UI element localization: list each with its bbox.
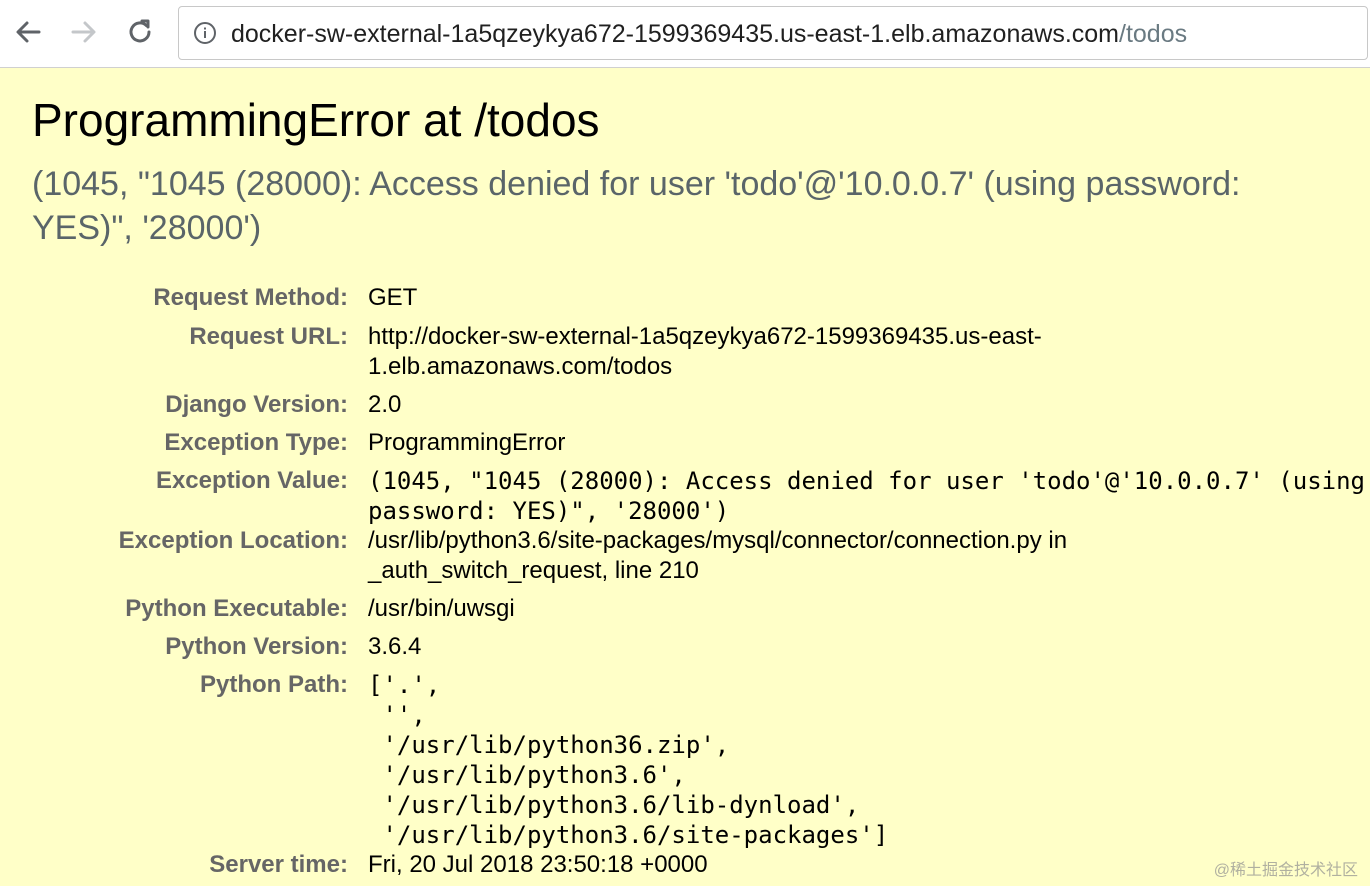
meta-value: ['.', '', '/usr/lib/python36.zip', '/usr…	[368, 670, 1365, 850]
meta-row-server-time: Server time: Fri, 20 Jul 2018 23:50:18 +…	[0, 850, 1365, 880]
page-title: ProgrammingError at /todos	[32, 94, 600, 146]
watermark: @稀土掘金技术社区	[1213, 862, 1358, 879]
python-path-line: '/usr/lib/python36.zip',	[368, 731, 730, 759]
request-url-line-2: 1.elb.amazonaws.com/todos	[368, 353, 673, 380]
meta-row-django-version: Django Version: 2.0	[0, 390, 1365, 428]
meta-value: 2.0	[368, 391, 402, 418]
meta-value: /usr/bin/uwsgi	[368, 595, 515, 622]
meta-label: Server time:	[209, 851, 348, 878]
forward-arrow-icon	[71, 21, 96, 43]
exception-value-line-1: (1045, "1045 (28000): Access denied for …	[368, 467, 1365, 495]
meta-label: Django Version:	[165, 391, 348, 418]
python-path-line: ['.',	[368, 671, 441, 699]
python-path-line: '/usr/lib/python3.6/lib-dynload',	[368, 791, 860, 819]
meta-row-exception-location: Exception Location: /usr/lib/python3.6/s…	[0, 526, 1365, 594]
meta-row-python-executable: Python Executable: /usr/bin/uwsgi	[0, 594, 1365, 632]
forward-button[interactable]	[66, 14, 102, 50]
meta-value: /usr/lib/python3.6/site-packages/mysql/c…	[368, 526, 1365, 594]
meta-value: http://docker-sw-external-1a5qzeykya672-…	[368, 318, 1365, 390]
python-path-line: '/usr/lib/python3.6/site-packages']	[368, 821, 889, 849]
meta-label: Exception Location:	[118, 527, 348, 554]
meta-value: 3.6.4	[368, 633, 422, 660]
meta-label: Python Version:	[165, 633, 348, 660]
back-button[interactable]	[10, 14, 46, 50]
exception-value-line-2: password: YES)", '28000')	[368, 497, 730, 525]
meta-label: Python Path:	[200, 671, 348, 698]
error-message: (1045, "1045 (28000): Access denied for …	[32, 165, 1241, 247]
url-host: docker-sw-external-1a5qzeykya672-1599369…	[231, 20, 1119, 48]
meta-row-exception-type: Exception Type: ProgrammingError	[0, 428, 1365, 466]
meta-row-request-method: Request Method: GET	[0, 280, 1365, 318]
python-path-line: '',	[368, 701, 426, 729]
python-path-line: '/usr/lib/python3.6',	[368, 761, 686, 789]
url-text[interactable]: docker-sw-external-1a5qzeykya672-1599369…	[231, 19, 1187, 49]
request-url-line-1: http://docker-sw-external-1a5qzeykya672-…	[368, 323, 1042, 350]
reload-icon	[129, 19, 151, 43]
back-arrow-icon	[16, 21, 41, 43]
meta-label: Exception Type:	[164, 429, 348, 456]
meta-row-python-path: Python Path: ['.', '', '/usr/lib/python3…	[0, 670, 1365, 850]
meta-label: Request Method:	[153, 284, 348, 311]
error-summary: ProgrammingError at /todos (1045, "1045 …	[32, 92, 1342, 250]
exception-location-line-1: /usr/lib/python3.6/site-packages/mysql/c…	[368, 527, 1068, 554]
meta-row-exception-value: Exception Value: (1045, "1045 (28000): A…	[0, 466, 1365, 526]
meta-label: Exception Value:	[155, 467, 348, 494]
browser-toolbar: docker-sw-external-1a5qzeykya672-1599369…	[0, 0, 1370, 68]
info-icon[interactable]	[193, 21, 217, 45]
meta-label: Request URL:	[189, 323, 348, 350]
meta-value: GET	[368, 284, 418, 311]
meta-row-python-version: Python Version: 3.6.4	[0, 632, 1365, 670]
reload-button[interactable]	[122, 14, 158, 50]
meta-label: Python Executable:	[125, 595, 348, 622]
address-bar[interactable]: docker-sw-external-1a5qzeykya672-1599369…	[178, 6, 1368, 60]
request-meta-table: Request Method: GET Request URL: http://…	[0, 280, 1365, 880]
meta-row-request-url: Request URL: http://docker-sw-external-1…	[0, 318, 1365, 390]
url-path: /todos	[1119, 20, 1188, 48]
exception-location-line-2: _auth_switch_request, line 210	[368, 557, 699, 584]
meta-value: (1045, "1045 (28000): Access denied for …	[368, 466, 1365, 526]
meta-value: ProgrammingError	[368, 429, 566, 456]
